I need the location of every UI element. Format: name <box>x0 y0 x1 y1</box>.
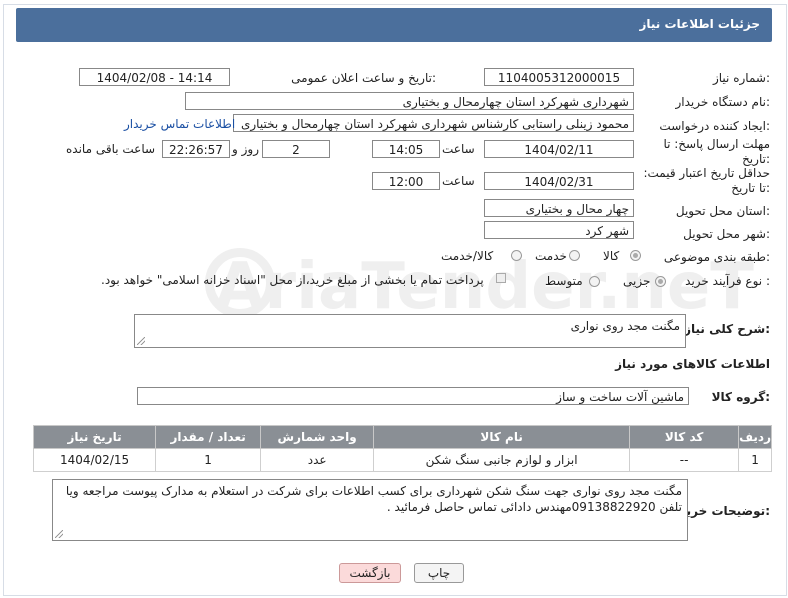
category-radio-both[interactable] <box>511 250 522 261</box>
col-header-item-name: نام کالا <box>373 425 631 449</box>
page-title: جزئیات اطلاعات نیاز <box>639 17 760 31</box>
col-header-row-number: ردیف <box>738 425 772 449</box>
validity-time-field[interactable]: 12:00 <box>372 172 440 190</box>
goods-group-label: گروه کالا: <box>711 390 770 404</box>
cell-unit: عدد <box>260 448 375 472</box>
buyer-org-field[interactable]: شهرداری شهرکرد استان چهارمحال و بختیاری <box>185 92 634 110</box>
col-header-quantity: تعداد / مقدار <box>155 425 262 449</box>
cell-need-date: 1404/02/15 <box>32 448 157 472</box>
items-table: ردیف کد کالا نام کالا واحد شمارش تعداد /… <box>32 425 772 472</box>
category-label: طبقه بندی موضوعی: <box>663 250 770 264</box>
col-header-unit: واحد شمارش <box>260 425 375 449</box>
resize-grip-icon <box>137 337 145 345</box>
process-label: نوع فرآیند خرید : <box>685 274 770 288</box>
page-header: جزئیات اطلاعات نیاز <box>16 8 772 42</box>
days-field[interactable]: 2 <box>262 140 330 158</box>
cell-quantity: 1 <box>155 448 262 472</box>
process-radio-medium[interactable] <box>589 276 600 287</box>
col-header-item-code: کد کالا <box>629 425 740 449</box>
need-number-field[interactable]: 1104005312000015 <box>484 68 634 86</box>
treasury-payment-checkbox[interactable] <box>496 273 506 283</box>
category-radio-goods[interactable] <box>630 250 641 261</box>
description-label: شرح کلی نیاز: <box>684 322 770 336</box>
buyer-org-label: نام دستگاه خریدار: <box>675 95 771 109</box>
deadline-time-field[interactable]: 14:05 <box>372 140 440 158</box>
process-option-medium: متوسط <box>545 274 583 288</box>
city-field[interactable]: شهر کرد <box>484 221 634 239</box>
need-number-label: شماره نیاز: <box>712 71 770 85</box>
category-option-both: کالا/خدمت <box>441 249 494 263</box>
goods-section-title: اطلاعات کالاهای مورد نیاز <box>615 357 770 371</box>
cell-row-number: 1 <box>738 448 772 472</box>
city-label: شهر محل تحویل: <box>683 227 770 241</box>
announce-field[interactable]: 1404/02/08 - 14:14 <box>79 68 230 86</box>
resize-grip-icon <box>55 530 63 538</box>
buyer-notes-text: مگنت مجد روی نواری جهت سنگ شکن شهرداری ب… <box>65 484 682 514</box>
category-option-service: خدمت <box>535 249 567 263</box>
category-radio-service[interactable] <box>569 250 580 261</box>
goods-group-field[interactable]: ماشین آلات ساخت و ساز <box>137 387 689 405</box>
validity-date-field[interactable]: 1404/02/31 <box>484 172 634 190</box>
description-textarea[interactable]: مگنت مجد روی نواری <box>134 314 686 348</box>
print-button[interactable]: چاپ <box>414 563 464 583</box>
remaining-time-field[interactable]: 22:26:57 <box>162 140 230 158</box>
category-option-goods: کالا <box>603 249 620 263</box>
deadline-time-label: ساعت <box>442 142 475 156</box>
description-text: مگنت مجد روی نواری <box>570 319 680 333</box>
payment-note: پرداخت تمام یا بخشی از مبلغ خرید،از محل … <box>101 273 484 287</box>
province-label: استان محل تحویل: <box>675 204 770 218</box>
process-radio-minor[interactable] <box>655 276 666 287</box>
contact-buyer-link[interactable]: اطلاعات تماس خریدار <box>124 117 235 131</box>
days-label: روز و <box>232 142 259 156</box>
validity-label: حداقل تاریخ اعتبار قیمت: تا تاریخ: <box>643 166 770 195</box>
deadline-label: مهلت ارسال پاسخ: تا تاریخ: <box>663 137 770 166</box>
cell-item-code: -- <box>629 448 740 472</box>
province-field[interactable]: چهار محال و بختیاری <box>484 199 634 217</box>
back-button[interactable]: بازگشت <box>339 563 401 583</box>
buyer-notes-textarea[interactable]: مگنت مجد روی نواری جهت سنگ شکن شهرداری ب… <box>52 479 688 541</box>
creator-field[interactable]: محمود زینلی راستابی کارشناس شهرداری شهرک… <box>233 114 634 132</box>
remaining-label: ساعت باقی مانده <box>66 142 156 156</box>
deadline-date-field[interactable]: 1404/02/11 <box>484 140 634 158</box>
validity-time-label: ساعت <box>442 174 475 188</box>
cell-item-name: ابزار و لوازم جانبی سنگ شکن <box>373 448 631 472</box>
col-header-need-date: تاریخ نیاز <box>32 425 157 449</box>
announce-label: تاریخ و ساعت اعلان عمومی: <box>291 71 436 85</box>
process-option-minor: جزیی <box>623 274 651 288</box>
creator-label: ایجاد کننده درخواست: <box>659 119 770 133</box>
table-row[interactable]: 1 -- ابزار و لوازم جانبی سنگ شکن عدد 1 1… <box>32 448 772 472</box>
table-header-row: ردیف کد کالا نام کالا واحد شمارش تعداد /… <box>32 425 772 449</box>
